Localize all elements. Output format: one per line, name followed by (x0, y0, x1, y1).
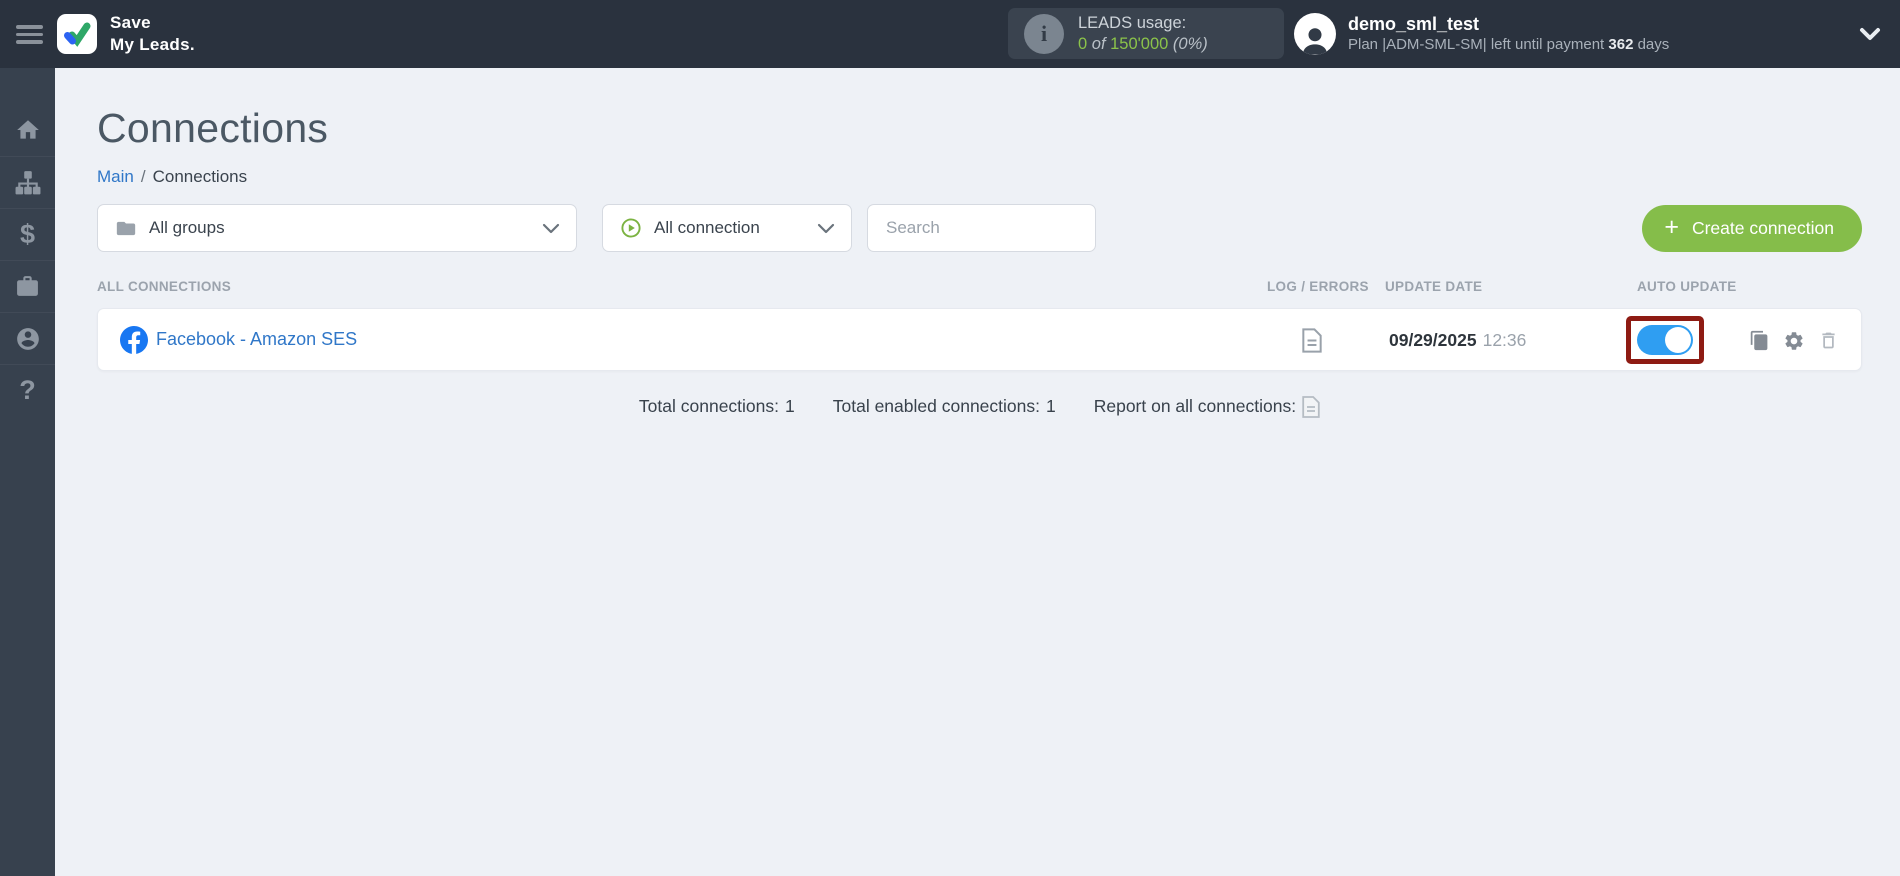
dollar-icon: $ (19, 219, 36, 249)
row-actions (1749, 329, 1839, 352)
sidebar-item-help[interactable]: ? (0, 364, 55, 416)
total-connections: Total connections: 1 (638, 395, 795, 416)
user-menu[interactable]: demo_sml_test Plan |ADM-SML-SM| left unt… (1294, 13, 1669, 55)
column-header-update-date: UPDATE DATE (1385, 279, 1483, 294)
auto-update-toggle[interactable] (1637, 325, 1693, 355)
hamburger-menu-icon[interactable] (16, 25, 43, 44)
sitemap-icon (15, 170, 40, 194)
log-document-icon[interactable] (1302, 328, 1322, 353)
home-icon (16, 120, 39, 139)
update-date-value: 09/29/2025 (1389, 330, 1477, 350)
trash-icon[interactable] (1818, 329, 1839, 352)
toggle-knob (1665, 327, 1691, 353)
user-circle-icon (16, 327, 39, 350)
chevron-down-icon (817, 223, 835, 234)
search-input[interactable] (867, 204, 1096, 252)
filters-row: All groups All connection + Create conne… (97, 204, 1862, 252)
column-header-auto-update: AUTO UPDATE (1637, 279, 1737, 294)
table-header: ALL CONNECTIONS LOG / ERRORS UPDATE DATE… (97, 279, 1862, 297)
avatar (1294, 13, 1336, 55)
sidebar-item-services[interactable] (0, 260, 55, 312)
logo-line1: Save (110, 13, 151, 32)
column-header-all-connections: ALL CONNECTIONS (97, 279, 232, 294)
total-enabled-connections-value: 1 (1045, 395, 1056, 416)
chevron-down-icon[interactable] (1858, 26, 1882, 42)
breadcrumb: Main / Connections (97, 167, 1862, 187)
connection-type-dropdown[interactable]: All connection (602, 204, 852, 252)
breadcrumb-separator: / (140, 167, 146, 186)
facebook-icon (120, 326, 148, 354)
plus-icon: + (1664, 212, 1679, 241)
copy-icon[interactable] (1749, 329, 1770, 352)
total-enabled-connections: Total enabled connections: 1 (832, 395, 1056, 416)
gear-icon[interactable] (1783, 330, 1805, 352)
groups-dropdown[interactable]: All groups (97, 204, 577, 252)
user-icon (1302, 28, 1328, 55)
plan-info: Plan |ADM-SML-SM| left until payment 362… (1348, 36, 1670, 53)
page-title: Connections (97, 105, 329, 151)
chevron-down-icon (542, 223, 560, 234)
help-icon: ? (19, 375, 36, 405)
sidebar-item-profile[interactable] (0, 312, 55, 364)
checkmark-icon (64, 22, 91, 47)
report-document-icon[interactable] (1302, 396, 1320, 418)
update-time-value: 12:36 (1482, 330, 1527, 350)
logo-wordmark[interactable]: Save My Leads. (110, 12, 195, 56)
info-icon: i (1024, 13, 1064, 54)
groups-dropdown-value: All groups (149, 218, 225, 237)
leads-usage-value: 0 of 150'000 (0%) (1078, 34, 1208, 53)
play-circle-icon (621, 218, 641, 238)
leads-usage-label: LEADS usage: (1078, 13, 1187, 32)
leads-usage-panel: i LEADS usage: 0 of 150'000 (0%) (1008, 8, 1284, 59)
sidebar-item-connections[interactable] (0, 156, 55, 208)
top-bar: Save My Leads. i LEADS usage: 0 of 150'0… (0, 0, 1900, 68)
sidebar: $ ? (0, 68, 55, 876)
breadcrumb-current: Connections (152, 167, 248, 186)
table-row: Facebook - Amazon SES 09/29/2025 12:36 (97, 308, 1862, 371)
main-content: Connections Main / Connections All groups … (55, 68, 1900, 876)
briefcase-icon (17, 276, 38, 296)
logo-line2: My Leads. (110, 35, 195, 54)
total-connections-value: 1 (785, 395, 795, 416)
create-connection-label: Create connection (1691, 217, 1834, 238)
column-header-log-errors: LOG / ERRORS (1267, 279, 1369, 294)
username: demo_sml_test (1348, 14, 1480, 34)
highlight-box (1626, 316, 1704, 364)
connection-type-dropdown-value: All connection (654, 218, 760, 237)
sidebar-item-billing[interactable]: $ (0, 208, 55, 260)
connection-name-link[interactable]: Facebook - Amazon SES (156, 329, 357, 350)
folder-icon (116, 221, 136, 235)
breadcrumb-main-link[interactable]: Main (97, 167, 134, 186)
app-logo[interactable] (57, 14, 97, 54)
report-all-connections: Report on all connections: (1094, 395, 1320, 418)
search-box (867, 204, 1096, 252)
create-connection-button[interactable]: + Create connection (1642, 204, 1862, 252)
sidebar-item-home[interactable] (0, 104, 55, 156)
update-date: 09/29/2025 12:36 (1389, 330, 1526, 351)
summary-row: Total connections: 1 Total enabled connec… (97, 395, 1862, 418)
